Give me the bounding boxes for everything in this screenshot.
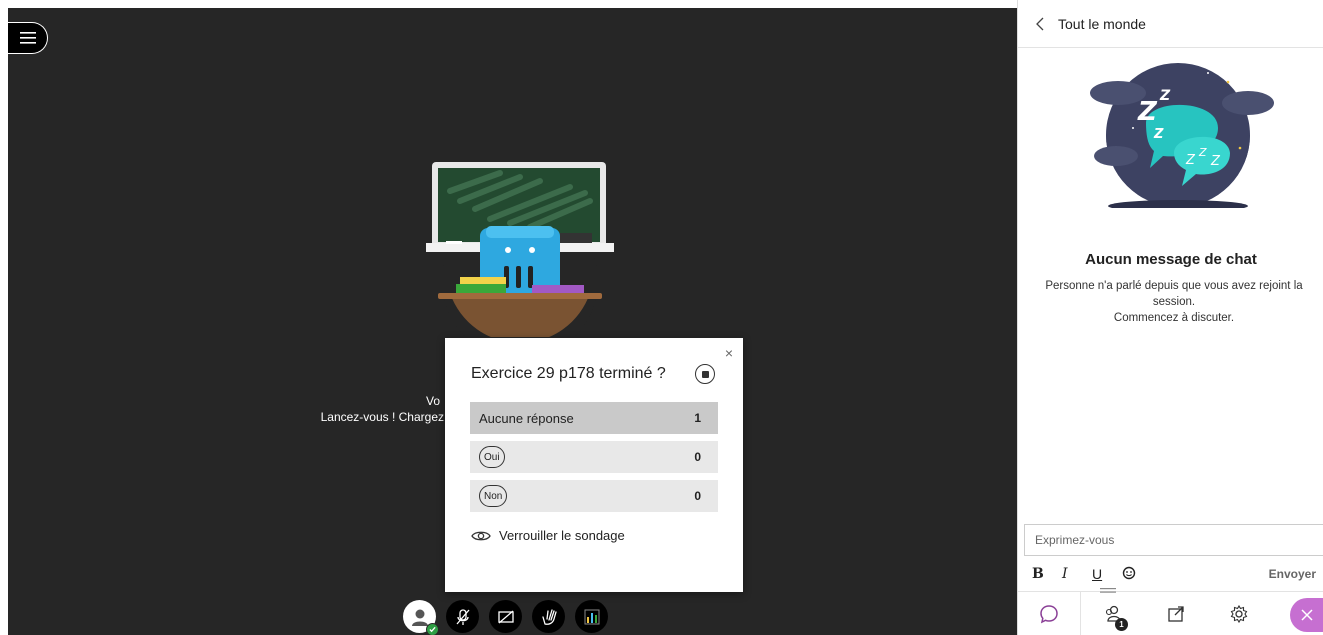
svg-text:Z: Z	[1210, 154, 1221, 169]
tab-participants[interactable]: 1	[1081, 592, 1144, 635]
svg-text:Z: Z	[1159, 88, 1171, 104]
my-status-button[interactable]	[403, 600, 439, 635]
poll-row-label: Aucune réponse	[479, 410, 574, 426]
microphone-off-icon	[456, 608, 469, 625]
media-controls	[403, 600, 608, 635]
svg-text:Z: Z	[1137, 97, 1158, 127]
poll-chart-icon	[584, 609, 599, 624]
raise-hand-button[interactable]	[532, 600, 565, 633]
panel-tabbar: 1	[1018, 591, 1323, 635]
poll-row-no-response: Aucune réponse 1	[470, 402, 718, 434]
poll-dialog: × Exercice 29 p178 terminé ? Aucune répo…	[445, 338, 743, 592]
italic-button[interactable]: I	[1062, 566, 1092, 582]
poll-stop-button[interactable]	[695, 364, 715, 384]
camera-toggle[interactable]	[489, 600, 522, 633]
drag-handle-icon[interactable]	[1100, 588, 1116, 594]
poll-row-no: Non 0	[470, 480, 718, 512]
collaborate-panel: Tout le monde Z Z Z Z Z Z Aucun message …	[1017, 0, 1323, 635]
emoji-icon	[1122, 566, 1136, 579]
svg-text:Z: Z	[1198, 146, 1207, 159]
poll-row-yes: Oui 0	[470, 441, 718, 473]
tab-chat[interactable]	[1018, 592, 1081, 635]
poll-option-no: Non	[479, 485, 508, 507]
gear-icon	[1230, 604, 1247, 624]
underline-button[interactable]: U	[1092, 566, 1122, 582]
poll-row-count: 1	[694, 411, 701, 425]
svg-text:Z: Z	[1185, 153, 1196, 168]
eye-icon	[471, 531, 491, 540]
close-panel-button[interactable]	[1290, 598, 1323, 632]
session-menu-button[interactable]	[8, 22, 48, 54]
poll-option-yes: Oui	[479, 446, 505, 468]
chat-header: Tout le monde	[1018, 0, 1323, 48]
poll-row-count: 0	[694, 489, 701, 503]
send-button[interactable]: Envoyer	[1269, 567, 1316, 581]
empty-chat-line: Commencez à discuter.	[1113, 312, 1235, 324]
lock-poll-label: Verrouiller le sondage	[499, 528, 625, 543]
empty-chat-description: Personne n'a parlé depuis que vous avez …	[1034, 278, 1314, 326]
welcome-subtext: Lancez-vous ! Chargez	[320, 410, 444, 424]
empty-chat-line: Personne n'a parlé depuis que vous avez …	[1045, 280, 1303, 308]
empty-chat-title: Aucun message de chat	[1085, 251, 1257, 268]
poll-close-button[interactable]: ×	[725, 346, 733, 360]
chat-bubble-icon	[1040, 605, 1058, 624]
bold-button[interactable]: B	[1032, 566, 1062, 582]
poll-results-button[interactable]	[575, 600, 608, 633]
status-check-icon	[426, 623, 439, 635]
poll-row-count: 0	[694, 450, 701, 464]
share-icon	[1167, 606, 1184, 622]
lock-poll-button[interactable]: Verrouiller le sondage	[471, 528, 625, 543]
hamburger-icon	[19, 32, 36, 44]
raise-hand-icon	[541, 608, 557, 625]
classroom-illustration	[426, 162, 614, 337]
stop-icon	[701, 370, 709, 378]
avatar-icon	[411, 609, 428, 626]
poll-question: Exercice 29 p178 terminé ?	[471, 365, 666, 382]
chat-format-toolbar: B I U Envoyer	[1018, 562, 1323, 586]
welcome-heading: Vo	[425, 394, 440, 408]
session-stage: Vo Lancez-vous ! Chargez × Exercice 29 p…	[0, 0, 1017, 635]
tab-share-content[interactable]	[1144, 592, 1207, 635]
empty-chat-illustration: Z Z Z Z Z Z	[1090, 63, 1274, 208]
tab-settings[interactable]	[1207, 592, 1270, 635]
svg-text:Z: Z	[1153, 127, 1164, 142]
back-button[interactable]	[1036, 17, 1044, 31]
participant-count-badge: 1	[1115, 618, 1128, 631]
chevron-left-icon	[1036, 17, 1044, 30]
microphone-toggle[interactable]	[446, 600, 479, 633]
chat-message-input[interactable]	[1024, 524, 1323, 556]
chat-channel-title: Tout le monde	[1058, 15, 1146, 32]
camera-off-icon	[497, 610, 514, 623]
emoji-button[interactable]	[1122, 566, 1152, 583]
close-icon	[1301, 609, 1313, 621]
